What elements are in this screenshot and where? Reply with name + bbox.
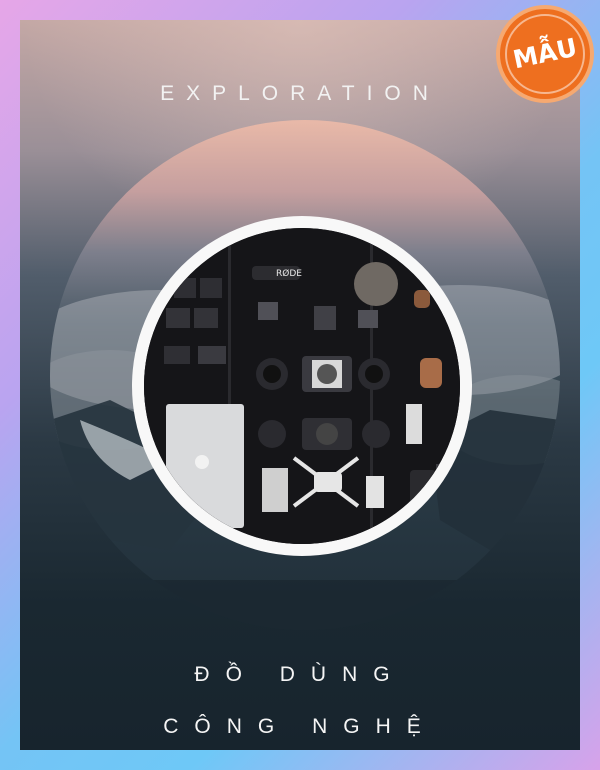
bottom-title-line2: CÔNG NGHỆ bbox=[163, 715, 437, 738]
camera-gear-flatlay: RØDE bbox=[144, 228, 460, 544]
gear-photo: RØDE bbox=[144, 228, 460, 544]
sample-badge: MẪU bbox=[496, 5, 594, 103]
top-title: EXPLORATION bbox=[160, 82, 440, 105]
bottom-title-line1: ĐỒ DÙNG bbox=[194, 663, 406, 686]
poster: EXPLORATION RØDE ĐỒ DÙNG CÔNG NGHỆ bbox=[20, 20, 580, 750]
rode-label: RØDE bbox=[276, 268, 302, 279]
